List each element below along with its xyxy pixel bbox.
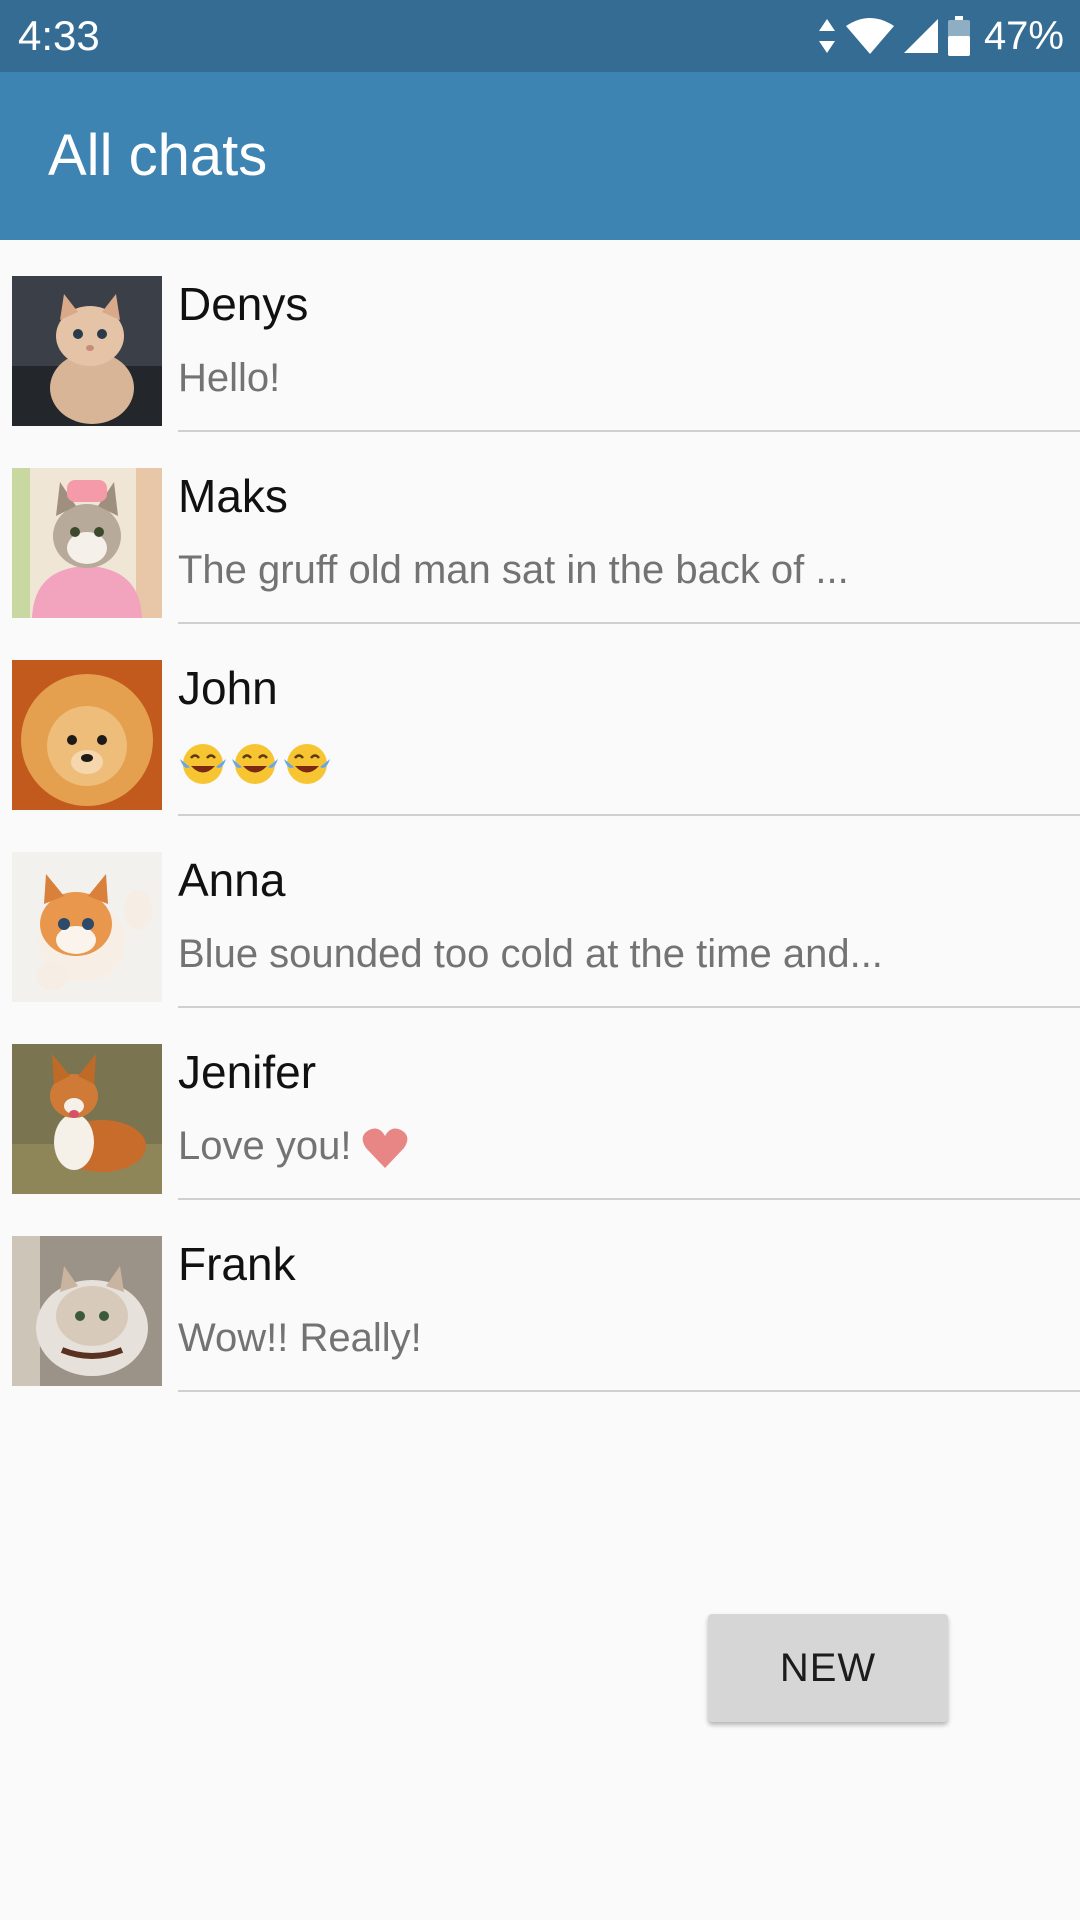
status-time: 4:33 (18, 12, 100, 59)
chat-name: Frank (178, 1238, 296, 1290)
chat-list: Denys Hello! Maks The gruff old man sat … (0, 240, 1080, 1392)
chat-message: Wow!! Really! (178, 1316, 422, 1360)
status-icons: 47% (818, 12, 1064, 60)
chat-name: John (178, 662, 278, 714)
signal-icon (903, 19, 938, 53)
chat-item-jenifer[interactable]: Jenifer Love you! (0, 1008, 1080, 1200)
chat-item-anna[interactable]: Anna Blue sounded too cold at the time a… (0, 816, 1080, 1008)
chat-name: Jenifer (178, 1046, 317, 1098)
chat-message: Hello! (178, 356, 281, 400)
chat-message: Love you! (178, 1120, 409, 1172)
chat-message: Blue sounded too cold at the time and... (178, 932, 883, 976)
status-bar: 4:33 47% (0, 0, 1080, 72)
pomeranian-avatar (12, 660, 162, 810)
battery-icon (947, 16, 970, 56)
chat-name: Denys (178, 278, 309, 330)
wifi-icon (845, 18, 894, 54)
chat-item-denys[interactable]: Denys Hello! (0, 240, 1080, 432)
heart-icon (363, 1128, 408, 1169)
new-chat-button[interactable]: NEW (708, 1614, 948, 1722)
fluffy-cat-avatar (12, 1236, 162, 1386)
app-bar: All chats (0, 72, 1080, 240)
laughing-tears-emoji (180, 744, 226, 785)
battery-percent: 47% (983, 14, 1064, 58)
kitten-waving-avatar (12, 852, 162, 1002)
emoji-row (178, 741, 332, 787)
chat-message-text: Love you! (178, 1124, 352, 1168)
chat-item-john[interactable]: John (0, 624, 1080, 816)
corgi-avatar (12, 1044, 162, 1194)
chat-item-frank[interactable]: Frank Wow!! Really! (0, 1200, 1080, 1392)
divider (178, 1390, 1080, 1392)
cat-in-pink-sweater-avatar (12, 468, 162, 618)
chat-message: The gruff old man sat in the back of ... (178, 548, 849, 592)
page-title: All chats (48, 123, 268, 188)
laughing-tears-emoji (232, 744, 278, 785)
kitten-avatar (12, 276, 162, 426)
chat-item-maks[interactable]: Maks The gruff old man sat in the back o… (0, 432, 1080, 624)
data-transfer-icon (818, 19, 836, 53)
chat-name: Anna (178, 854, 286, 906)
chat-name: Maks (178, 470, 288, 522)
laughing-tears-emoji (284, 744, 330, 785)
chat-message (178, 736, 332, 788)
